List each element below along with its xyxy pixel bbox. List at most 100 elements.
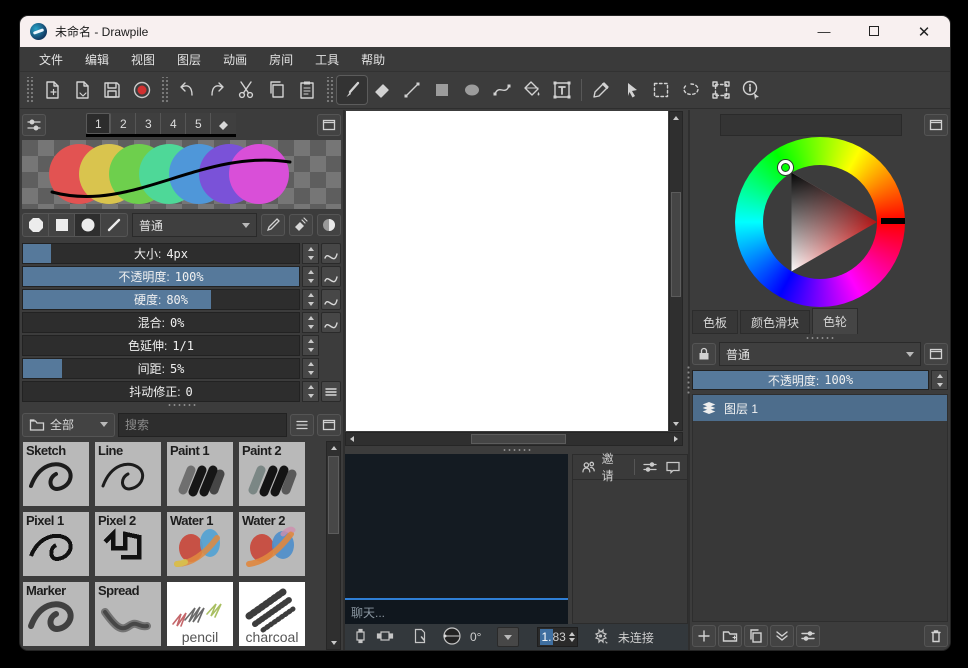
draw-mode-pen-icon[interactable]	[261, 214, 285, 236]
chat-splitter[interactable]	[345, 447, 688, 453]
dock-splitter[interactable]	[690, 335, 950, 341]
lasso-select-tool-button[interactable]	[676, 76, 706, 104]
tab-color-sliders[interactable]: 颜色滑块	[740, 310, 810, 334]
opacity-slider[interactable]: 不透明度:100%	[22, 266, 300, 287]
tip-circle-icon[interactable]	[75, 214, 101, 236]
paste-button[interactable]	[292, 76, 322, 104]
preset-dock-options-icon[interactable]	[317, 414, 341, 436]
size-spinner[interactable]	[302, 243, 319, 264]
eraser-slot-button[interactable]	[211, 113, 236, 134]
brush-tool-button[interactable]	[337, 76, 367, 104]
handles-vertical-icon[interactable]	[353, 628, 368, 647]
hardness-spinner[interactable]	[302, 289, 319, 310]
size-pressure-curve-button[interactable]	[321, 243, 341, 264]
preset-scrollbar-thumb[interactable]	[328, 456, 339, 534]
invite-button[interactable]: 邀请	[575, 457, 631, 478]
color-pickup-mode-icon[interactable]	[317, 214, 341, 236]
stabilizer-slider[interactable]: 抖动修正:0	[22, 381, 300, 402]
menu-layer[interactable]: 图层	[168, 48, 210, 71]
chat-messages[interactable]	[345, 454, 568, 598]
add-group-button[interactable]	[718, 625, 742, 647]
merge-layer-button[interactable]	[770, 625, 794, 647]
color-dock-options-icon[interactable]	[924, 114, 948, 136]
scroll-down-icon[interactable]	[670, 418, 682, 430]
text-tool-button[interactable]	[547, 76, 577, 104]
brush-preset-water-2[interactable]: Water 2	[239, 512, 305, 576]
menu-file[interactable]: 文件	[30, 48, 72, 71]
smudge-slider[interactable]: 混合:0%	[22, 312, 300, 333]
rectangle-tool-button[interactable]	[427, 76, 457, 104]
brush-preset-water-1[interactable]: Water 1	[167, 512, 233, 576]
undo-button[interactable]	[172, 76, 202, 104]
layer-row[interactable]: 图层 1	[693, 395, 947, 421]
eraser-tool-button[interactable]	[367, 76, 397, 104]
canvas-vscrollbar-thumb[interactable]	[671, 192, 681, 297]
brush-preset-line[interactable]: Line	[95, 442, 161, 506]
inspector-tool-button[interactable]	[736, 76, 766, 104]
rotation-dial-icon[interactable]	[442, 626, 462, 649]
spacing-spinner[interactable]	[302, 358, 319, 379]
menu-edit[interactable]: 编辑	[76, 48, 118, 71]
dock-options-icon[interactable]	[317, 114, 341, 136]
preset-list-menu-icon[interactable]	[290, 414, 314, 436]
stabilizer-spinner[interactable]	[302, 381, 319, 402]
opacity-pressure-curve-button[interactable]	[321, 266, 341, 287]
color-pickup-spinner[interactable]	[302, 335, 319, 356]
open-file-button[interactable]	[67, 76, 97, 104]
opacity-spinner[interactable]	[302, 266, 319, 287]
brush-preset-sketch[interactable]: Sketch	[23, 442, 89, 506]
menu-session[interactable]: 房间	[260, 48, 302, 71]
layer-dock-options-icon[interactable]	[924, 343, 948, 365]
color-picker-tool-button[interactable]	[586, 76, 616, 104]
brush-slot-3[interactable]: 3	[136, 113, 161, 134]
size-slider[interactable]: 大小:4px	[22, 243, 300, 264]
menu-view[interactable]: 视图	[122, 48, 164, 71]
brush-preset-pixel-1[interactable]: Pixel 1	[23, 512, 89, 576]
preset-search-input[interactable]	[118, 413, 287, 437]
canvas-vscrollbar[interactable]	[669, 111, 683, 431]
menu-animation[interactable]: 动画	[214, 48, 256, 71]
smudge-pressure-curve-button[interactable]	[321, 312, 341, 333]
tab-color-wheel[interactable]: 色轮	[812, 308, 858, 334]
maximize-button[interactable]	[866, 24, 882, 39]
preset-scrollbar[interactable]	[326, 441, 341, 650]
erase-mode-icon[interactable]	[289, 214, 313, 236]
brush-preset-charcoal[interactable]: charcoal	[239, 582, 305, 646]
preset-filter-dropdown[interactable]: 全部	[22, 413, 115, 437]
chat-input[interactable]: 聊天...	[345, 598, 568, 624]
blend-mode-dropdown[interactable]: 普通	[132, 213, 257, 237]
record-button[interactable]	[127, 76, 157, 104]
pointer-tool-button[interactable]	[616, 76, 646, 104]
close-button[interactable]: ✕	[916, 23, 932, 41]
layer-opacity-spinner[interactable]	[931, 370, 948, 390]
fill-tool-button[interactable]	[517, 76, 547, 104]
hardness-pressure-curve-button[interactable]	[321, 289, 341, 310]
toolbar-grip[interactable]	[25, 77, 34, 103]
tab-palette[interactable]: 色板	[692, 310, 738, 334]
hardness-slider[interactable]: 硬度:80%	[22, 289, 300, 310]
user-list[interactable]	[573, 480, 687, 623]
brush-preset-marker[interactable]: Marker	[23, 582, 89, 646]
scroll-right-icon[interactable]	[670, 433, 682, 445]
layer-opacity-slider[interactable]: 不透明度:100%	[692, 370, 929, 390]
curve-tool-button[interactable]	[487, 76, 517, 104]
brush-settings-icon[interactable]	[22, 114, 46, 136]
brush-slot-1[interactable]: 1	[86, 113, 111, 134]
scroll-left-icon[interactable]	[346, 433, 358, 445]
color-pickup-slider[interactable]: 色延伸:1/1	[22, 335, 300, 356]
toolbar-grip[interactable]	[160, 77, 169, 103]
toolbar-grip[interactable]	[325, 77, 334, 103]
brush-preset-pencil[interactable]: pencil	[167, 582, 233, 646]
spacing-slider[interactable]: 间距:5%	[22, 358, 300, 379]
tip-stroke-icon[interactable]	[101, 214, 127, 236]
session-settings-icon[interactable]	[638, 457, 661, 478]
page-icon[interactable]	[412, 628, 428, 647]
cut-button[interactable]	[232, 76, 262, 104]
scroll-up-icon[interactable]	[670, 112, 682, 124]
brush-slot-2[interactable]: 2	[111, 113, 136, 134]
stabilizer-menu-button[interactable]	[321, 381, 341, 402]
scroll-up-icon[interactable]	[328, 442, 340, 454]
layer-lock-icon[interactable]	[692, 343, 716, 365]
chat-dock-options-icon[interactable]	[662, 457, 685, 478]
delete-layer-button[interactable]	[924, 625, 948, 647]
